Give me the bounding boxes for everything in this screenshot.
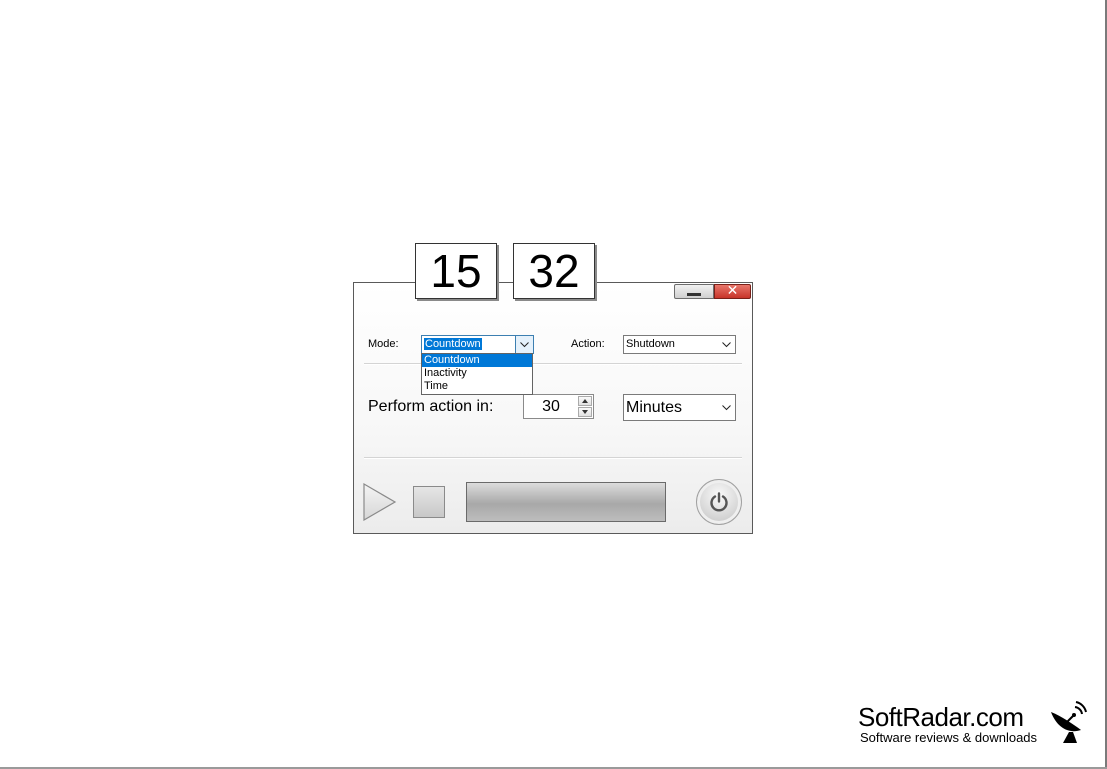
duration-value[interactable]: 30: [524, 395, 578, 418]
app-window: ✕ Mode: Countdown Action: Shutdown Perfo…: [353, 282, 753, 534]
separator-bottom: [364, 457, 742, 459]
progress-bar: [466, 482, 666, 522]
action-selected-value: Shutdown: [626, 338, 675, 350]
close-icon: ✕: [726, 283, 739, 299]
power-button[interactable]: [696, 479, 742, 525]
satellite-dish-icon: [1051, 701, 1087, 743]
watermark-title: SoftRadar.com: [858, 702, 1024, 732]
mode-selected-value: Countdown: [424, 338, 482, 350]
mode-option-countdown[interactable]: Countdown: [422, 354, 532, 367]
mode-dropdown-list: Countdown Inactivity Time: [421, 353, 533, 395]
action-select[interactable]: Shutdown: [623, 335, 736, 354]
stop-icon: [414, 487, 444, 517]
unit-select[interactable]: Minutes: [623, 394, 736, 421]
clock-hours: 15: [415, 243, 497, 299]
chevron-down-icon[interactable]: [718, 336, 735, 353]
power-icon: [710, 492, 728, 512]
chevron-down-icon: [582, 410, 588, 414]
action-label: Action:: [571, 338, 605, 350]
play-icon: [363, 482, 397, 522]
chevron-down-icon[interactable]: [718, 395, 735, 420]
stepper-buttons: [578, 396, 592, 417]
stop-button[interactable]: [413, 486, 445, 518]
chevron-up-icon: [582, 399, 588, 403]
mode-select[interactable]: Countdown: [421, 335, 534, 354]
mode-option-inactivity[interactable]: Inactivity: [422, 367, 532, 380]
watermark-subtitle: Software reviews & downloads: [860, 730, 1038, 745]
duration-stepper[interactable]: 30: [523, 394, 594, 419]
stepper-down-button[interactable]: [578, 407, 592, 417]
mode-label: Mode:: [368, 338, 399, 350]
mode-option-time[interactable]: Time: [422, 380, 532, 393]
clock-minutes: 32: [513, 243, 595, 299]
unit-selected-value: Minutes: [626, 399, 683, 416]
close-button[interactable]: ✕: [714, 284, 751, 299]
minimize-button[interactable]: [674, 284, 714, 299]
perform-action-label: Perform action in:: [368, 398, 494, 415]
chevron-down-icon[interactable]: [515, 336, 533, 353]
stepper-up-button[interactable]: [578, 396, 592, 406]
minimize-icon: [687, 293, 701, 296]
play-button[interactable]: [363, 482, 397, 522]
